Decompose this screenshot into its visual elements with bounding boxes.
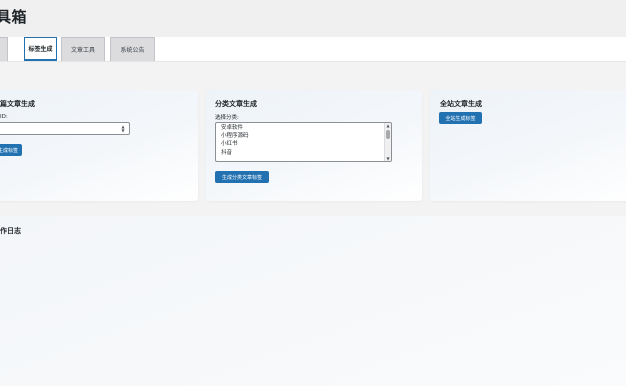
category-option[interactable]: 小程序源码 (216, 132, 391, 141)
tab-first[interactable] (0, 37, 8, 61)
generate-category-button[interactable]: 生成分类文章标签 (215, 171, 269, 183)
single-article-card: 篇文章生成 ID: ▲ ▼ 生成标签 (0, 90, 198, 201)
listbox-scrollbar[interactable]: ▲ ▼ (384, 123, 391, 161)
page-title: 具箱 (0, 8, 28, 26)
single-article-title: 篇文章生成 (0, 100, 35, 108)
number-spinner-icon[interactable]: ▲ ▼ (120, 125, 126, 133)
category-article-card: 分类文章生成 选择分类: 安卓软件 小程序源码 小红书 抖音 ▲ ▼ 生成分类文… (206, 90, 422, 201)
generate-site-button[interactable]: 全站生成标签 (439, 112, 482, 124)
tab-article-tools[interactable]: 文章工具 (61, 37, 105, 61)
operation-log-title: 作日志 (0, 227, 21, 235)
tab-tag-generate[interactable]: 标签生成 (24, 37, 57, 61)
page-header: 具箱 (0, 0, 626, 37)
site-article-title: 全站文章生成 (440, 100, 482, 108)
scroll-down-icon[interactable]: ▼ (385, 156, 391, 161)
tab-bar: 标签生成 文章工具 系统公告 (0, 37, 626, 62)
tab-system-notice[interactable]: 系统公告 (110, 37, 155, 61)
select-category-label: 选择分类: (215, 115, 239, 121)
category-listbox[interactable]: 安卓软件 小程序源码 小红书 抖音 ▲ ▼ (215, 122, 392, 162)
operation-log-card: 作日志 (0, 216, 626, 386)
generate-single-button[interactable]: 生成标签 (0, 144, 22, 156)
article-id-label: ID: (0, 114, 8, 120)
category-option[interactable]: 安卓软件 (216, 123, 391, 132)
scrollbar-thumb[interactable] (386, 130, 390, 139)
site-article-card: 全站文章生成 全站生成标签 (430, 90, 626, 201)
category-article-title: 分类文章生成 (215, 100, 257, 108)
scroll-up-icon[interactable]: ▲ (385, 123, 391, 128)
article-id-input[interactable]: ▲ ▼ (0, 122, 130, 135)
main-content: 篇文章生成 ID: ▲ ▼ 生成标签 分类文章生成 选择分类: 安卓软件 小程序源… (0, 62, 626, 386)
category-option[interactable]: 小红书 (216, 140, 391, 149)
category-option[interactable]: 抖音 (216, 149, 391, 158)
